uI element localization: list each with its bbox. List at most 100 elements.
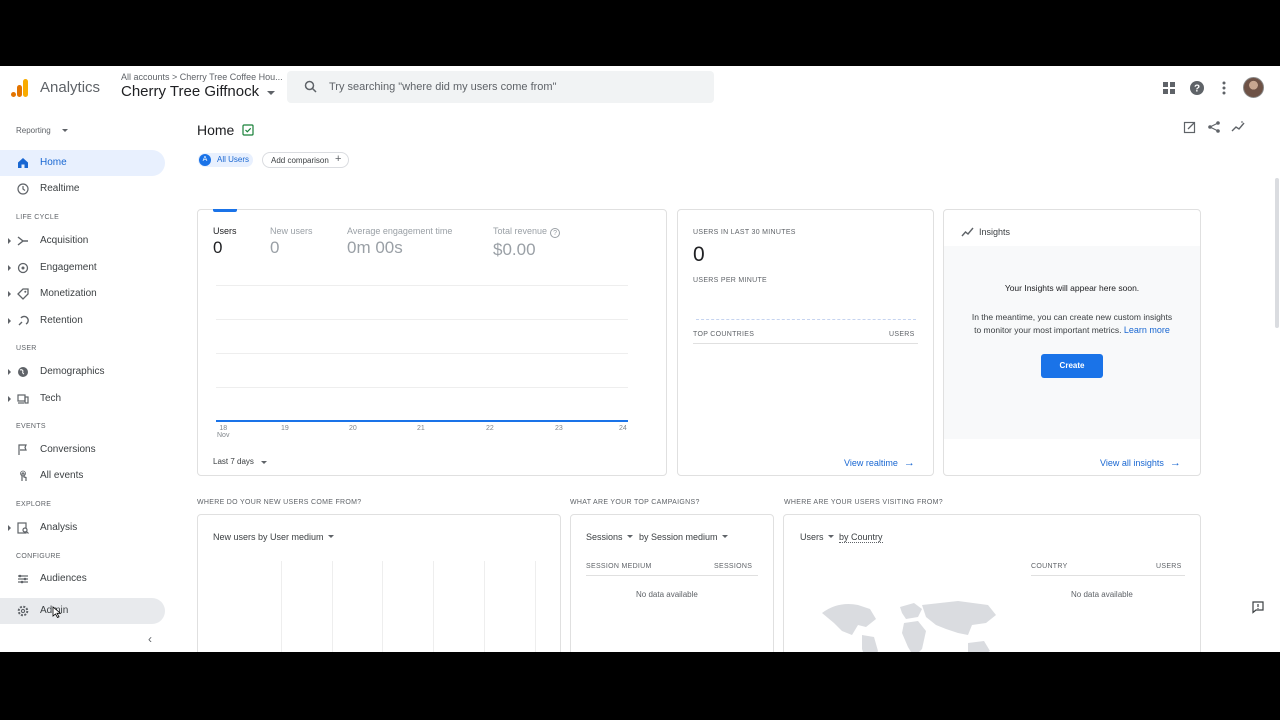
sessions-metric-dropdown[interactable]: Sessions — [586, 532, 633, 542]
date-range-caret-icon[interactable] — [261, 461, 267, 464]
chart-gridline — [332, 561, 333, 652]
more-vert-icon[interactable] — [1215, 79, 1233, 97]
top-bar: Analytics All accounts > Cherry Tree Cof… — [0, 66, 1280, 110]
view-all-insights-link[interactable]: View all insights → — [1100, 453, 1181, 471]
insights-body — [944, 246, 1200, 439]
monetization-icon — [17, 288, 29, 300]
help-icon[interactable]: ? — [1188, 79, 1206, 97]
sidebar-item-admin[interactable]: Admin — [0, 598, 165, 624]
sidebar-item-retention[interactable]: Retention — [0, 308, 165, 334]
metric-value: 0m 00s — [347, 238, 403, 257]
campaigns-section-title: WHAT ARE YOUR TOP CAMPAIGNS? — [570, 499, 700, 506]
sidebar-item-engagement[interactable]: Engagement — [0, 255, 165, 281]
insights-trend-icon[interactable] — [1231, 120, 1245, 134]
reporting-caret-icon[interactable] — [62, 129, 68, 132]
dropdown-label: New users by User medium — [213, 532, 324, 542]
per-minute-sparkline — [696, 319, 916, 321]
retention-icon — [18, 315, 29, 326]
feedback-icon[interactable] — [1251, 600, 1265, 614]
property-caret-icon[interactable] — [267, 91, 275, 95]
app-brand: Analytics — [40, 79, 101, 96]
table-divider — [1031, 575, 1185, 576]
customize-report-icon[interactable] — [1183, 120, 1197, 134]
search-input[interactable] — [329, 77, 699, 97]
add-comparison-button[interactable]: Add comparison + — [262, 152, 349, 168]
page-scrollbar[interactable] — [1275, 178, 1279, 328]
verified-check-icon — [242, 124, 254, 136]
metric-label: New users — [270, 226, 313, 236]
add-comparison-label: Add comparison — [271, 156, 329, 165]
arrow-right-icon: → — [1169, 457, 1181, 469]
reporting-label[interactable]: Reporting — [16, 126, 51, 135]
no-data-message: No data available — [636, 590, 698, 599]
users-column-header: USERS — [1156, 563, 1182, 570]
sidebar: Reporting Home Realtime LIFE CYCLE Acqui… — [0, 110, 176, 652]
apps-grid-icon[interactable] — [1160, 79, 1178, 97]
sidebar-item-tech[interactable]: Tech — [0, 386, 165, 412]
active-metric-indicator — [213, 209, 237, 212]
chart-gridline — [382, 561, 383, 652]
metric-label-text: Total revenue — [493, 226, 548, 236]
user-avatar[interactable] — [1243, 77, 1264, 98]
users-by-country-card: Users by Country COUNTRY USERS No data a… — [783, 514, 1201, 652]
learn-more-link[interactable]: Learn more — [1124, 325, 1170, 335]
x-tick-label: 20 — [349, 425, 357, 432]
insights-title: Insights — [979, 227, 1011, 237]
date-range-selector[interactable]: Last 7 days — [213, 457, 254, 466]
collapse-sidebar-button[interactable]: ‹ — [148, 632, 152, 646]
metric-users[interactable]: Users 0 — [213, 226, 237, 258]
metric-new-users[interactable]: New users 0 — [270, 226, 313, 258]
metric-avg-engagement[interactable]: Average engagement time 0m 00s — [347, 226, 452, 258]
dropdown-caret-icon — [721, 535, 728, 538]
metric-label: Users — [213, 226, 237, 236]
sidebar-item-analysis[interactable]: Analysis — [0, 515, 165, 541]
sidebar-item-all-events[interactable]: All events — [0, 463, 165, 489]
session-medium-dropdown[interactable]: by Session medium — [639, 532, 728, 542]
sidebar-item-demographics[interactable]: Demographics — [0, 359, 165, 385]
sidebar-item-acquisition[interactable]: Acquisition — [0, 228, 165, 254]
x-tick-label: 24 — [619, 425, 627, 432]
metric-label: Average engagement time — [347, 226, 453, 236]
view-realtime-link[interactable]: View realtime → — [844, 453, 915, 471]
x-tick-label: 21 — [417, 425, 425, 432]
dropdown-label: by Country — [839, 532, 883, 543]
visiting-section-title: WHERE ARE YOUR USERS VISITING FROM? — [784, 499, 943, 506]
sidebar-item-audiences[interactable]: Audiences — [0, 566, 165, 592]
metric-total-revenue[interactable]: Total revenue? $0.00 — [493, 226, 561, 260]
touch-icon — [20, 470, 27, 481]
section-lifecycle: LIFE CYCLE — [16, 214, 60, 221]
insights-headline: Your Insights will appear here soon. — [1004, 283, 1140, 293]
sidebar-item-monetization[interactable]: Monetization — [0, 281, 165, 307]
share-icon[interactable] — [1207, 120, 1221, 134]
new-users-section-title: WHERE DO YOUR NEW USERS COME FROM? — [197, 499, 362, 506]
property-selector[interactable]: Cherry Tree Giffnock — [121, 83, 259, 100]
search-bar[interactable] — [287, 71, 714, 103]
all-users-chip[interactable]: A All Users — [198, 153, 253, 167]
metric-value: 0 — [270, 238, 280, 257]
campaigns-card: Sessions by Session medium SESSION MEDIU… — [570, 514, 774, 652]
page-title: Home — [197, 122, 235, 138]
account-breadcrumb[interactable]: All accounts > Cherry Tree Coffee Hou... — [121, 72, 283, 82]
session-medium-column-header: SESSION MEDIUM — [586, 563, 652, 570]
chart-gridline — [216, 319, 628, 320]
country-column-header: COUNTRY — [1031, 563, 1068, 570]
section-configure: CONFIGURE — [16, 553, 61, 560]
dropdown-caret-icon — [827, 535, 834, 538]
sidebar-item-conversions[interactable]: Conversions — [0, 437, 165, 463]
sidebar-item-realtime[interactable]: Realtime — [0, 176, 165, 202]
insights-card: Insights Your Insights will appear here … — [943, 209, 1201, 476]
users-metric-dropdown[interactable]: Users — [800, 532, 834, 542]
users-series-line — [216, 420, 628, 422]
country-dimension-selector[interactable]: by Country — [839, 532, 883, 543]
sidebar-item-label: Tech — [40, 393, 62, 404]
sidebar-item-label: Engagement — [40, 262, 97, 273]
overview-card: Users 0 New users 0 Average engagement t… — [197, 209, 667, 476]
x-tick-label: 18 Nov — [217, 425, 229, 439]
analysis-icon — [17, 522, 29, 534]
chart-gridline — [216, 353, 628, 354]
create-insight-button[interactable]: Create — [1041, 354, 1103, 378]
help-circle-icon[interactable]: ? — [550, 228, 561, 238]
sidebar-item-home[interactable]: Home — [0, 150, 165, 176]
flag-icon — [18, 444, 27, 455]
new-users-dimension-dropdown[interactable]: New users by User medium — [213, 532, 334, 542]
